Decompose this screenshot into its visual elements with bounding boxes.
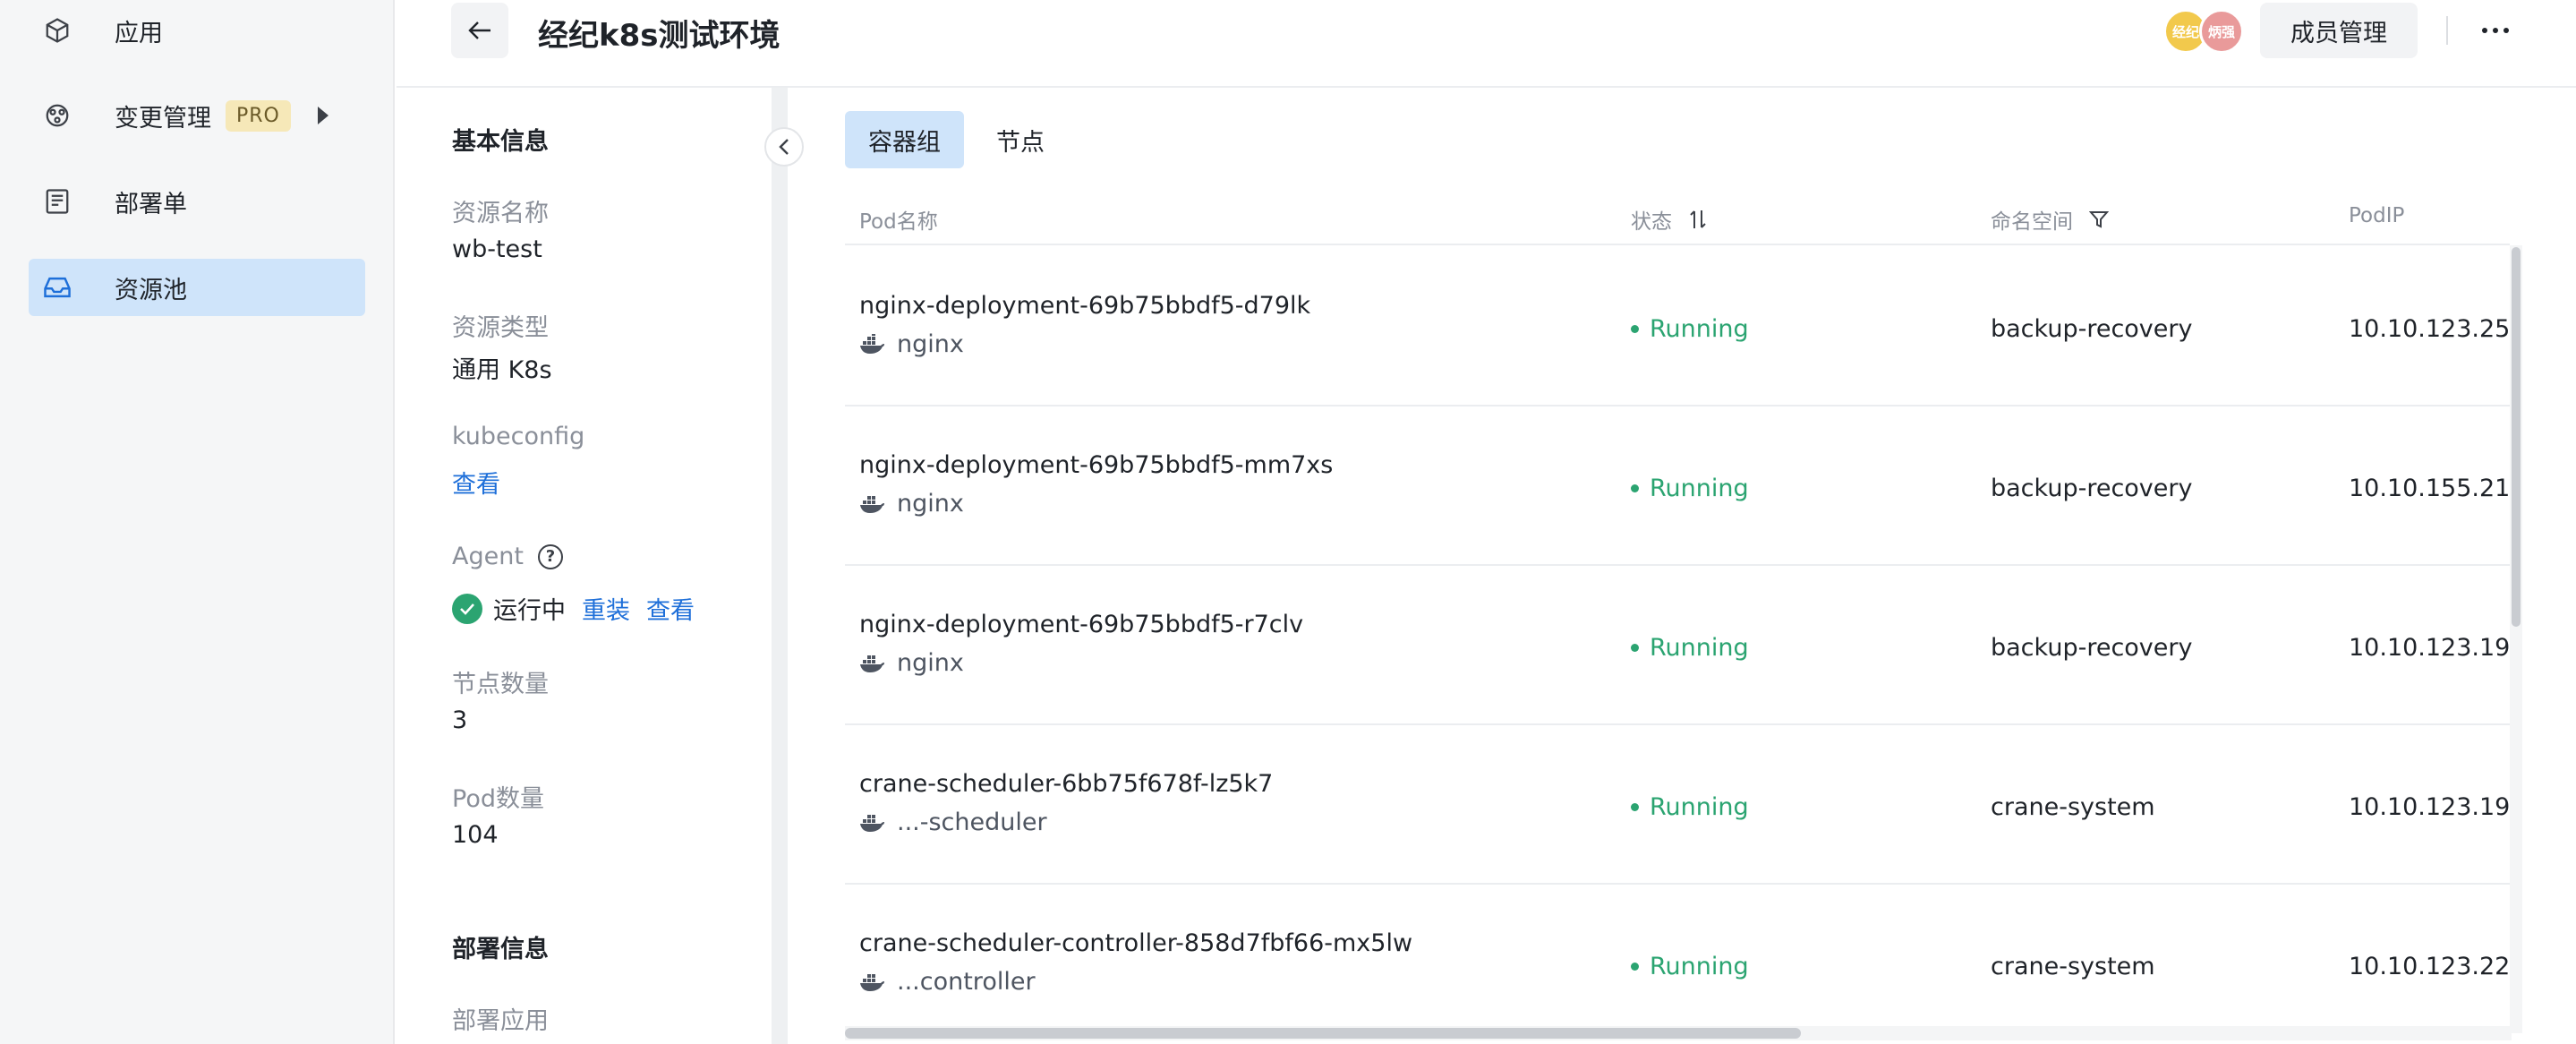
flow-icon (29, 102, 86, 129)
table-row[interactable]: nginx-deployment-69b75bbdf5-d79lk nginx … (845, 247, 2510, 406)
agent-status-row: 运行中 重装 查看 (452, 591, 695, 626)
pod-name[interactable]: nginx-deployment-69b75bbdf5-d79lk (859, 292, 1310, 320)
agent-label: Agent (452, 543, 524, 570)
resource-type-value: 通用 K8s (452, 356, 552, 384)
nav-item-change-management[interactable]: 变更管理 PRO (29, 87, 365, 144)
inbox-icon (29, 275, 86, 300)
nav-item-label: 应用 (115, 19, 163, 47)
caret-right-icon[interactable] (317, 107, 328, 124)
nav-item-resource-pool[interactable]: 资源池 (29, 259, 365, 316)
docker-icon (859, 333, 886, 355)
pod-ip: 10.10.123.25 (2349, 315, 2510, 343)
chevron-left-icon (779, 139, 789, 155)
docker-icon (859, 971, 886, 993)
nav-item-label: 部署单 (115, 190, 187, 218)
node-count-label: 节点数量 (452, 671, 549, 698)
table-row[interactable]: nginx-deployment-69b75bbdf5-mm7xs nginx … (845, 406, 2510, 566)
pro-badge: PRO (226, 99, 291, 132)
resource-name-label: 资源名称 (452, 200, 549, 227)
member-avatars[interactable]: 经纪 炳强 (2163, 9, 2253, 54)
deploy-app-label: 部署应用 (452, 1007, 549, 1035)
member-management-button[interactable]: 成员管理 (2260, 3, 2418, 58)
status-badge: Running (1631, 315, 1749, 343)
tab-nodes[interactable]: 节点 (973, 111, 1068, 168)
pod-count-label: Pod数量 (452, 785, 544, 813)
avatar[interactable]: 炳强 (2199, 9, 2244, 54)
pod-container: nginx (859, 490, 964, 518)
filter-icon[interactable] (2089, 210, 2109, 229)
column-header-namespace[interactable]: 命名空间 (1991, 204, 2109, 235)
page-header: 经纪k8s测试环境 经纪 炳强 成员管理 (397, 0, 2576, 88)
pod-name[interactable]: crane-scheduler-6bb75f678f-lz5k7 (859, 770, 1273, 798)
agent-status-text: 运行中 (493, 597, 566, 625)
pod-container: ...controller (859, 968, 1036, 996)
agent-label-row: Agent ? (452, 543, 563, 570)
horizontal-scrollbar-thumb[interactable] (845, 1028, 1801, 1039)
help-icon[interactable]: ? (537, 543, 563, 569)
panel-splitter[interactable] (772, 88, 788, 1044)
more-options-icon[interactable] (2473, 11, 2518, 50)
cube-icon (29, 17, 86, 44)
vertical-scrollbar-thumb[interactable] (2512, 247, 2521, 627)
side-nav: 应用 变更管理 PRO 部署单 资源池 (0, 0, 395, 1044)
docker-icon (859, 812, 886, 834)
column-header-ip: PodIP (2349, 204, 2405, 227)
status-badge: Running (1631, 953, 1749, 980)
agent-view-link[interactable]: 查看 (646, 591, 695, 626)
table-row[interactable]: crane-scheduler-controller-858d7fbf66-mx… (845, 885, 2510, 1037)
docker-icon (859, 493, 886, 515)
pod-name[interactable]: crane-scheduler-controller-858d7fbf66-mx… (859, 929, 1412, 957)
pod-count-value: 104 (452, 821, 499, 849)
arrow-left-icon (468, 21, 490, 39)
pod-table: Pod名称 状态 命名空间 PodIP nginx-deployment-69b… (845, 186, 2510, 1037)
collapse-panel-button[interactable] (764, 127, 804, 167)
node-count-value: 3 (452, 706, 468, 734)
pod-namespace: backup-recovery (1991, 315, 2193, 343)
pod-namespace: backup-recovery (1991, 634, 2193, 662)
table-row[interactable]: nginx-deployment-69b75bbdf5-r7clv nginx … (845, 566, 2510, 725)
kubeconfig-label: kubeconfig (452, 423, 585, 450)
nav-item-label: 资源池 (115, 276, 187, 304)
resource-info-panel: 基本信息 资源名称 wb-test 资源类型 通用 K8s kubeconfig… (397, 88, 772, 1044)
pod-ip: 10.10.123.22 (2349, 953, 2510, 980)
pod-container: nginx (859, 649, 964, 677)
nav-item-deploy-orders[interactable]: 部署单 (29, 173, 365, 230)
column-header-status[interactable]: 状态 (1631, 204, 1708, 235)
kubeconfig-view-link[interactable]: 查看 (452, 465, 500, 500)
basic-info-title: 基本信息 (452, 128, 549, 156)
pod-ip: 10.10.123.19 (2349, 793, 2510, 821)
deploy-info-title: 部署信息 (452, 936, 549, 963)
pod-namespace: crane-system (1991, 793, 2155, 821)
pod-ip: 10.10.155.21 (2349, 475, 2510, 502)
resource-type-label: 资源类型 (452, 314, 549, 342)
pod-namespace: backup-recovery (1991, 475, 2193, 502)
resource-name-value: wb-test (452, 235, 542, 263)
pod-namespace: crane-system (1991, 953, 2155, 980)
agent-reinstall-link[interactable]: 重装 (582, 591, 630, 626)
nav-item-apps[interactable]: 应用 (29, 2, 365, 59)
view-tabs: 容器组 节点 (845, 111, 1068, 168)
status-badge: Running (1631, 793, 1749, 821)
pod-container: ...-scheduler (859, 809, 1047, 836)
page-title: 经纪k8s测试环境 (538, 18, 780, 54)
back-button[interactable] (451, 3, 508, 58)
docker-icon (859, 653, 886, 674)
pod-ip: 10.10.123.19 (2349, 634, 2510, 662)
header-divider (2446, 16, 2448, 45)
document-icon (29, 188, 86, 215)
status-badge: Running (1631, 634, 1749, 662)
sort-icon[interactable] (1688, 209, 1708, 230)
check-circle-icon (452, 593, 482, 624)
table-row[interactable]: crane-scheduler-6bb75f678f-lz5k7 ...-sch… (845, 725, 2510, 885)
table-header: Pod名称 状态 命名空间 PodIP (845, 186, 2510, 245)
nav-item-label: 变更管理 (115, 104, 211, 133)
pod-container: nginx (859, 330, 964, 358)
pod-name[interactable]: nginx-deployment-69b75bbdf5-r7clv (859, 611, 1303, 638)
status-badge: Running (1631, 475, 1749, 502)
tab-pods[interactable]: 容器组 (845, 111, 964, 168)
column-header-name: Pod名称 (859, 210, 938, 234)
pod-name[interactable]: nginx-deployment-69b75bbdf5-mm7xs (859, 451, 1333, 479)
